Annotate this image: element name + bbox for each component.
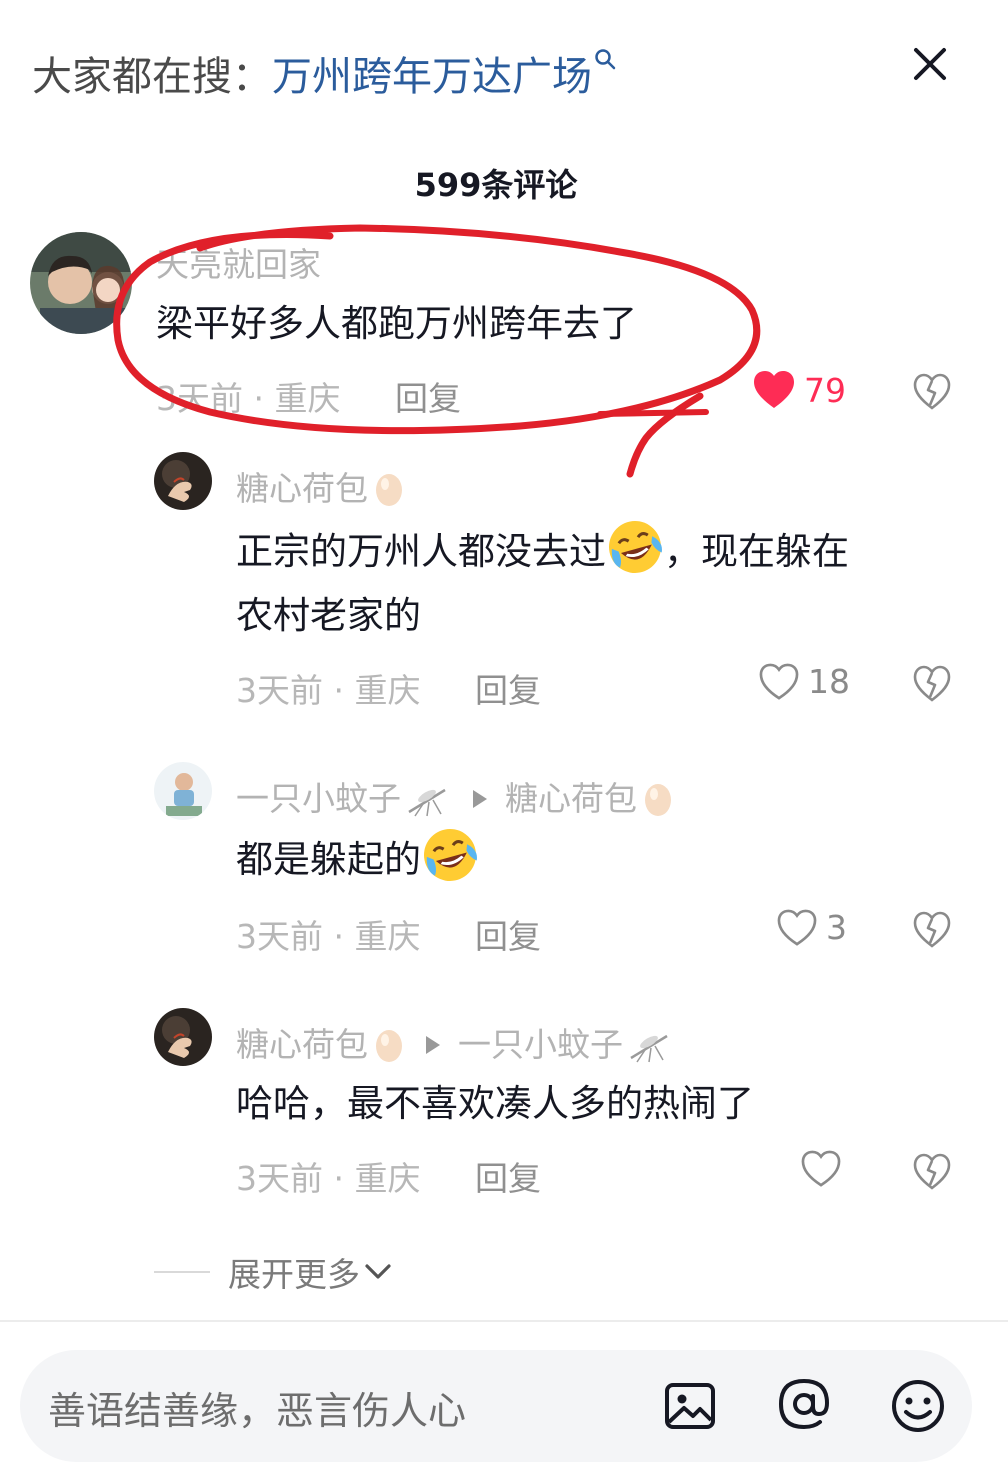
comment-input[interactable]: 善语结善缘，恶言伤人心	[48, 1380, 466, 1435]
comment-text-part: 正宗的万州人都没去过	[236, 530, 606, 573]
hot-search-bar[interactable]: 大家都在搜：万州跨年万达广场	[32, 44, 616, 102]
broken-heart-icon[interactable]	[912, 1152, 952, 1192]
comment-author[interactable]: 天亮就回家	[156, 238, 321, 286]
reply-button[interactable]: 回复	[475, 917, 541, 956]
comment-text: 正宗的万州人都没去过 ，现在躲在农村老家的	[236, 518, 956, 648]
close-icon[interactable]	[904, 38, 956, 90]
comment-count-title: 599条评论	[414, 166, 578, 204]
comment-time: 3天前	[236, 917, 323, 956]
reply-button[interactable]: 回复	[475, 1159, 541, 1198]
comment-author[interactable]: 糖心荷包 一只小蚊子	[236, 1018, 673, 1066]
egg-icon	[376, 474, 402, 506]
divider-line	[154, 1271, 210, 1273]
comment-meta: 3天前 · 重庆 回复	[156, 372, 461, 420]
meta-separator: ·	[323, 1159, 355, 1198]
comment-meta: 3天前 · 重庆 回复	[236, 910, 541, 958]
search-icon	[595, 49, 616, 70]
like-button[interactable]: 18	[758, 662, 850, 701]
like-button[interactable]	[800, 1150, 850, 1188]
like-count: 3	[826, 908, 847, 947]
comment-location: 重庆	[354, 1159, 421, 1198]
hot-search-prefix: 大家都在搜：	[32, 54, 272, 100]
heart-icon	[759, 663, 799, 700]
comment-text-part: 农村老家的	[236, 594, 421, 637]
comment-text-part: ，现在躲在	[664, 530, 849, 573]
at-icon[interactable]	[774, 1374, 834, 1434]
smiley-icon[interactable]	[888, 1376, 948, 1436]
reply-to-name[interactable]: 一只小蚊子	[458, 1025, 623, 1064]
divider	[0, 1320, 1008, 1322]
comment-text: 梁平好多人都跑万州跨年去了	[156, 302, 637, 345]
broken-heart-icon[interactable]	[912, 664, 952, 704]
like-count: 79	[804, 370, 846, 410]
author-name[interactable]: 糖心荷包	[236, 1025, 368, 1064]
mosquito-icon	[408, 788, 446, 817]
meta-separator: ·	[323, 917, 355, 956]
reply-to-name[interactable]: 糖心荷包	[505, 779, 637, 818]
comment-text: 哈哈，最不喜欢凑人多的热闹了	[236, 1082, 754, 1125]
comment-text-part: 都是躲起的	[236, 838, 421, 881]
reply-button[interactable]: 回复	[395, 379, 461, 418]
like-button[interactable]: 79	[752, 370, 846, 410]
reply-arrow-icon	[426, 1035, 440, 1054]
comment-meta: 3天前 · 重庆 回复	[236, 1152, 541, 1200]
comment-meta: 3天前 · 重庆 回复	[236, 664, 541, 712]
hot-search-keyword[interactable]: 万州跨年万达广场	[272, 54, 592, 100]
egg-icon	[645, 784, 671, 816]
comment-text: 都是躲起的	[236, 826, 479, 892]
avatar[interactable]	[154, 762, 212, 820]
comment-location: 重庆	[274, 379, 341, 418]
laugh-cry-emoji	[424, 829, 477, 881]
comment-time: 3天前	[236, 671, 323, 710]
like-button[interactable]: 3	[776, 908, 847, 947]
comment-location: 重庆	[354, 917, 421, 956]
avatar[interactable]	[154, 1008, 212, 1066]
broken-heart-icon[interactable]	[912, 372, 952, 412]
expand-more-label: 展开更多	[228, 1255, 360, 1294]
avatar[interactable]	[30, 232, 132, 334]
meta-separator: ·	[323, 671, 355, 710]
laugh-cry-emoji	[609, 521, 662, 573]
heart-icon	[754, 371, 794, 408]
meta-separator: ·	[243, 379, 275, 418]
comment-time: 3天前	[156, 379, 243, 418]
like-count: 18	[808, 662, 850, 701]
image-icon[interactable]	[660, 1376, 720, 1436]
reply-button[interactable]: 回复	[475, 671, 541, 710]
mosquito-icon	[630, 1034, 668, 1063]
egg-icon	[376, 1030, 402, 1062]
comment-author[interactable]: 一只小蚊子 糖心荷包	[236, 772, 673, 820]
comment-author[interactable]: 糖心荷包	[236, 462, 404, 510]
broken-heart-icon[interactable]	[912, 910, 952, 950]
reply-arrow-icon	[473, 789, 487, 808]
author-name[interactable]: 一只小蚊子	[236, 779, 401, 818]
heart-icon	[801, 1150, 841, 1187]
expand-more-button[interactable]: 展开更多	[154, 1248, 392, 1296]
comment-location: 重庆	[354, 671, 421, 710]
author-name[interactable]: 糖心荷包	[236, 469, 368, 508]
heart-icon	[777, 909, 817, 946]
comment-time: 3天前	[236, 1159, 323, 1198]
avatar[interactable]	[154, 452, 212, 510]
chevron-down-icon	[365, 1264, 391, 1279]
red-circle-annotation	[113, 224, 761, 478]
